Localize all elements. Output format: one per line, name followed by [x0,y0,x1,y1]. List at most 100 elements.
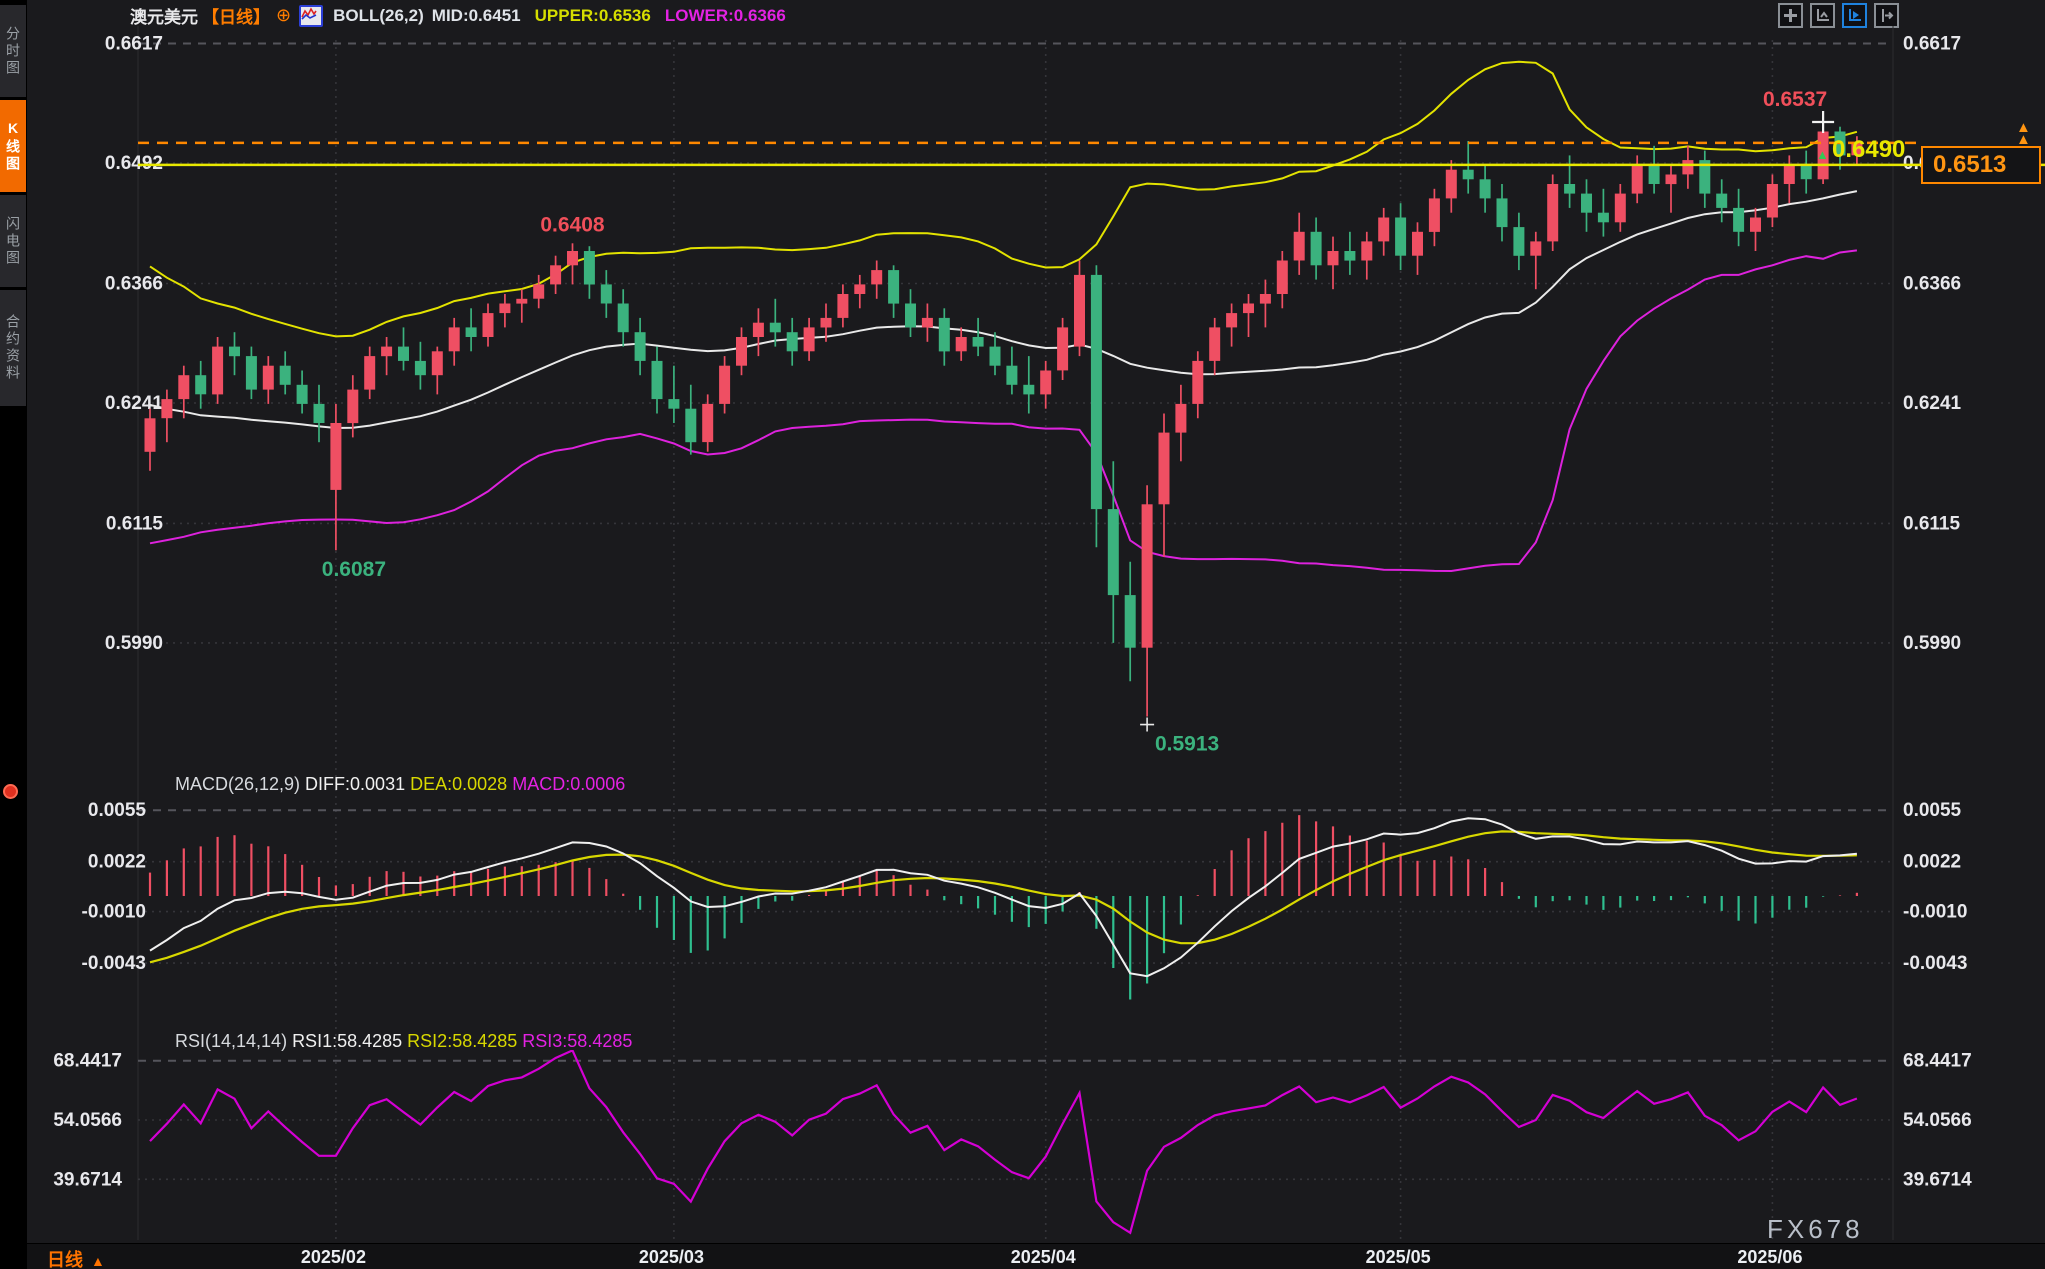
candle-body[interactable] [263,366,274,390]
candle-body[interactable] [1243,304,1254,314]
candle-body[interactable] [280,366,291,385]
candle-body[interactable] [1344,251,1355,261]
candle-body[interactable] [1598,213,1609,223]
candle-body[interactable] [178,375,189,399]
candle-body[interactable] [1649,165,1660,184]
candle-body[interactable] [601,284,612,303]
candle-body[interactable] [1125,595,1136,648]
candle-body[interactable] [1091,275,1102,509]
candle-body[interactable] [1328,251,1339,265]
candle-body[interactable] [584,251,595,285]
period-selector[interactable]: 日线▲ [47,1246,105,1269]
candle-body[interactable] [1277,261,1288,295]
candle-body[interactable] [1192,361,1203,404]
candle-body[interactable] [1497,198,1508,227]
candle-body[interactable] [1564,184,1575,194]
candle-body[interactable] [888,270,899,304]
candle-body[interactable] [567,251,578,265]
candle-body[interactable] [1446,170,1457,199]
candle-body[interactable] [922,318,933,328]
candle-body[interactable] [1378,218,1389,242]
candle-body[interactable] [685,409,696,443]
candle-body[interactable] [1395,218,1406,256]
candle-body[interactable] [1463,170,1474,180]
candle-body[interactable] [1159,433,1170,505]
candle-body[interactable] [1023,385,1034,395]
candle-body[interactable] [330,423,341,490]
hline-handle-icon[interactable]: ▲ [1816,147,1829,162]
candle-body[interactable] [1480,179,1491,198]
candle-body[interactable] [1209,327,1220,361]
candle-body[interactable] [1513,227,1524,256]
candle-body[interactable] [854,284,865,294]
candle-body[interactable] [1294,232,1305,261]
candle-body[interactable] [1530,241,1541,255]
candle-body[interactable] [1632,165,1643,194]
candle-body[interactable] [516,299,527,304]
candle-body[interactable] [1361,241,1372,260]
candle-body[interactable] [314,404,325,423]
candle-body[interactable] [736,337,747,366]
candle-body[interactable] [652,361,663,399]
candle-body[interactable] [719,366,730,404]
candle-body[interactable] [1666,175,1677,185]
candle-body[interactable] [415,361,426,375]
candle-body[interactable] [1040,371,1051,395]
candle-body[interactable] [1767,184,1778,218]
candle-body[interactable] [1142,504,1153,647]
candle-body[interactable] [1750,218,1761,232]
candle-body[interactable] [483,313,494,337]
candle-body[interactable] [432,351,443,375]
candle-body[interactable] [973,337,984,347]
candle-body[interactable] [668,399,679,409]
candle-body[interactable] [702,404,713,442]
candle-body[interactable] [1057,327,1068,370]
candle-body[interactable] [1311,232,1322,265]
candle-body[interactable] [1547,184,1558,241]
candle-body[interactable] [1682,160,1693,174]
candle-body[interactable] [837,294,848,318]
candle-body[interactable] [145,418,156,452]
candle-body[interactable] [1006,366,1017,385]
candle-body[interactable] [364,356,375,390]
candle-body[interactable] [1260,294,1271,304]
candle-body[interactable] [618,304,629,333]
candle-body[interactable] [1226,313,1237,327]
candle-body[interactable] [990,347,1001,366]
candle-body[interactable] [381,347,392,357]
candle-body[interactable] [398,347,409,361]
candlestick-chart-canvas[interactable]: 0.66170.66170.64920.64920.63660.63660.62… [0,0,2045,1269]
candle-body[interactable] [804,327,815,351]
candle-body[interactable] [1716,194,1727,208]
candle-body[interactable] [229,347,240,357]
candle-body[interactable] [753,323,764,337]
candle-body[interactable] [533,284,544,298]
candle-body[interactable] [905,304,916,328]
candle-body[interactable] [1581,194,1592,213]
candle-body[interactable] [347,390,358,424]
candle-body[interactable] [499,304,510,314]
candle-body[interactable] [1108,509,1119,595]
candle-body[interactable] [466,327,477,337]
candle-body[interactable] [1784,165,1795,184]
candle-body[interactable] [1412,232,1423,256]
candle-body[interactable] [161,399,172,418]
candle-body[interactable] [212,347,223,395]
candle-body[interactable] [1429,198,1440,232]
candle-body[interactable] [635,332,646,361]
candle-body[interactable] [770,323,781,333]
candle-body[interactable] [1801,165,1812,179]
candle-body[interactable] [1175,404,1186,433]
candle-body[interactable] [787,332,798,351]
candle-body[interactable] [1074,275,1085,347]
candle-body[interactable] [449,327,460,351]
candle-body[interactable] [550,265,561,284]
candle-body[interactable] [939,318,950,352]
candle-body[interactable] [195,375,206,394]
candle-body[interactable] [246,356,257,390]
candle-body[interactable] [297,385,308,404]
candle-body[interactable] [821,318,832,328]
candle-body[interactable] [1733,208,1744,232]
candle-body[interactable] [1615,194,1626,223]
candle-body[interactable] [871,270,882,284]
